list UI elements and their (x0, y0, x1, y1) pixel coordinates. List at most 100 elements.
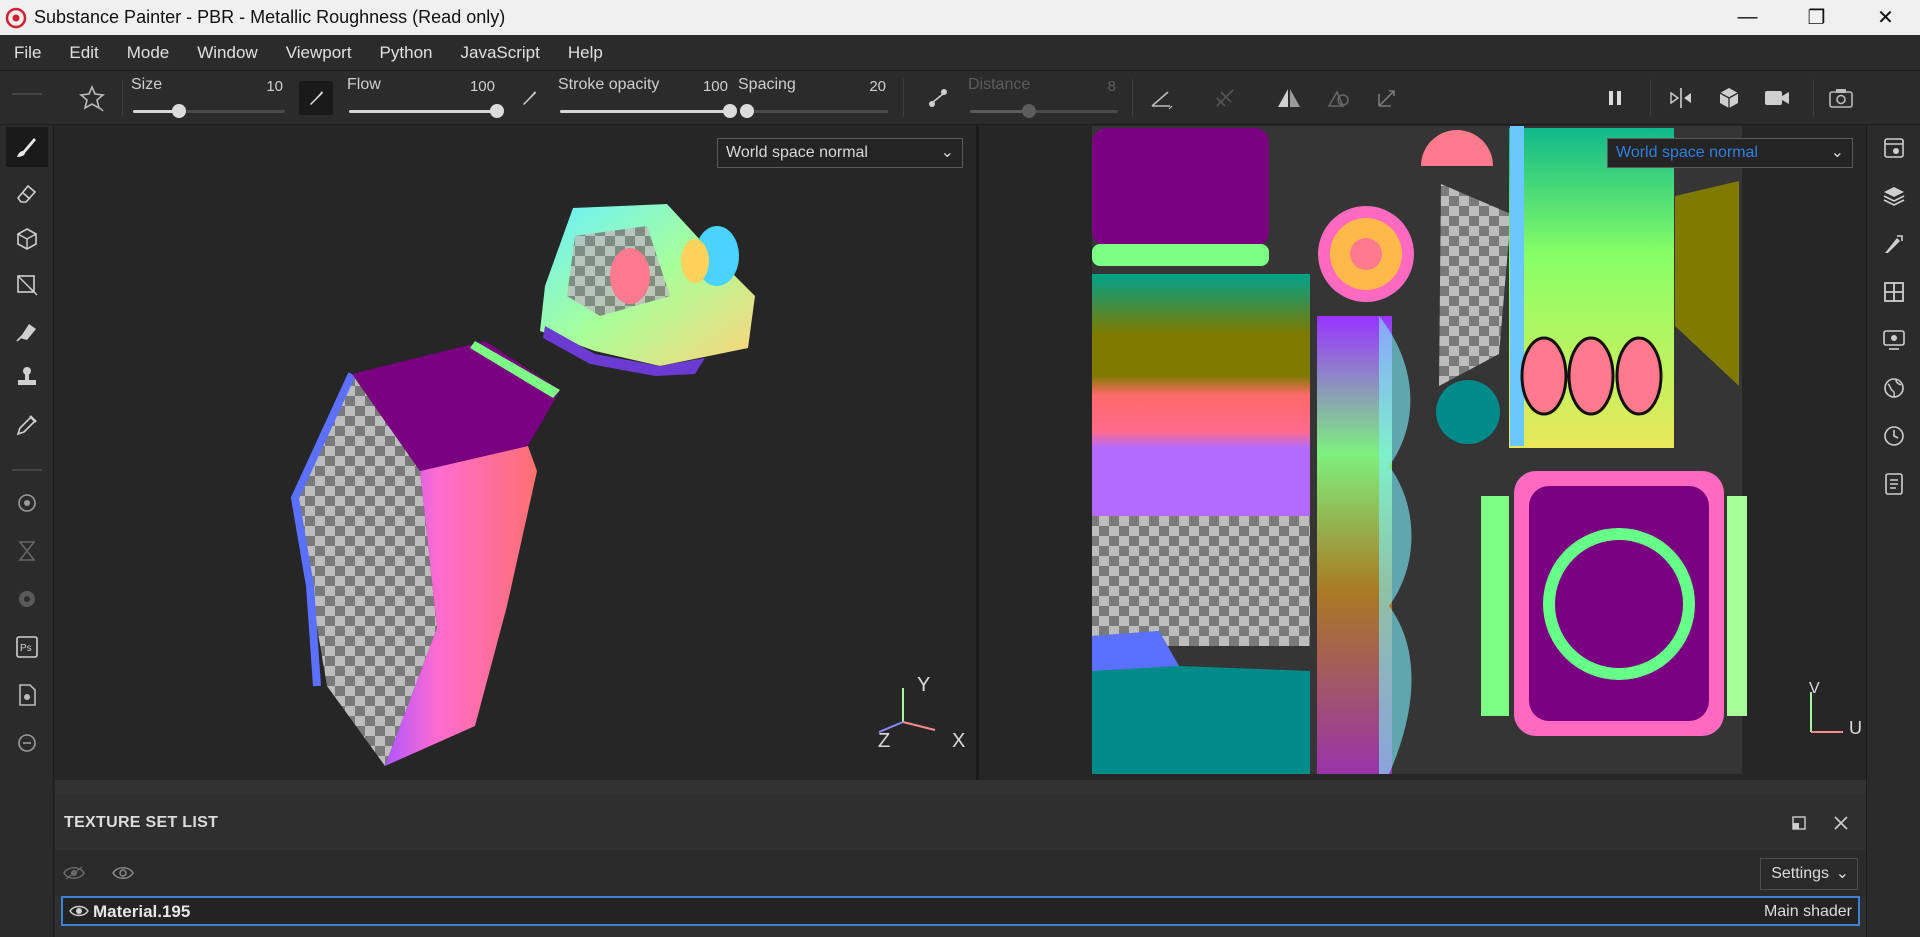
stroke-opacity-icon[interactable] (512, 81, 546, 115)
menu-window[interactable]: Window (183, 35, 271, 71)
screenshot-camera-icon[interactable] (1824, 81, 1858, 115)
substance-plugin-icon[interactable] (6, 723, 48, 763)
panel-title: TEXTURE SET LIST (64, 814, 219, 831)
viewport-2d-mode-select[interactable]: World space normal ⌄ (1607, 138, 1853, 168)
tool-properties-bar: Size 10 Flow 100 Stroke opacity 100 Spac… (0, 71, 1920, 125)
clone-stamp-tool[interactable] (6, 357, 48, 397)
chevron-down-icon: ⌄ (1830, 144, 1844, 161)
pause-icon[interactable] (1598, 81, 1632, 115)
photoshop-export-icon[interactable]: Ps (6, 627, 48, 667)
chevron-down-icon: ⌄ (1835, 865, 1849, 882)
lazy-mouse-icon[interactable] (921, 81, 955, 115)
menu-viewport[interactable]: Viewport (272, 35, 366, 71)
paint-brush-tool[interactable] (6, 127, 48, 167)
window-title: Substance Painter - PBR - Metallic Rough… (34, 7, 506, 27)
3d-model-render[interactable] (55, 126, 976, 780)
flow-label: Flow (347, 76, 381, 93)
menu-mode[interactable]: Mode (113, 35, 184, 71)
stroke-opacity-slider[interactable]: Stroke opacity 100 (558, 74, 737, 124)
spacing-slider-handle[interactable] (740, 104, 755, 118)
display-settings-icon[interactable] (1877, 323, 1911, 357)
stroke-opacity-slider-handle[interactable] (723, 104, 737, 118)
size-slider[interactable]: Size 10 (131, 74, 287, 124)
menu-bar: File Edit Mode Window Viewport Python Ja… (0, 35, 1920, 71)
panels-sidebar (1866, 125, 1920, 937)
hide-all-eye-icon[interactable] (59, 858, 89, 888)
restore-button[interactable]: ❐ (1782, 0, 1851, 35)
camera-video-icon[interactable] (1760, 81, 1794, 115)
projection-tool[interactable] (6, 219, 48, 259)
spacing-value[interactable]: 20 (869, 78, 886, 95)
panel-float-button[interactable] (1784, 808, 1814, 838)
substance-logo-icon (5, 7, 27, 28)
smudge-tool[interactable] (6, 311, 48, 351)
viewport-3d-mode-select[interactable]: World space normal ⌄ (717, 138, 963, 168)
brush-preset-icon[interactable] (74, 81, 110, 115)
tools-sidebar: Ps (0, 93, 54, 937)
distance-value[interactable]: 8 (1108, 78, 1116, 95)
flow-slider[interactable]: Flow 100 (347, 74, 504, 124)
spacing-label: Spacing (738, 76, 796, 93)
title-bar: Substance Painter - PBR - Metallic Rough… (0, 0, 1920, 35)
bake-plugin-icon[interactable] (6, 483, 48, 523)
texture-set-shader[interactable]: Main shader (1764, 903, 1852, 921)
show-all-eye-icon[interactable] (108, 858, 138, 888)
uv-axis-u-label: U (1849, 718, 1862, 738)
texture-set-list-panel: TEXTURE SET LIST Settings ⌄ Material.195… (55, 794, 1866, 937)
stroke-opacity-label: Stroke opacity (558, 76, 660, 93)
viewport-2d-uv[interactable]: World space normal ⌄ V U (979, 126, 1865, 780)
menu-file[interactable]: File (0, 35, 55, 71)
minimize-button[interactable]: — (1713, 0, 1782, 35)
layers-icon[interactable] (1877, 179, 1911, 213)
disabled-plugin-icon (6, 579, 48, 619)
menu-javascript[interactable]: JavaScript (446, 35, 553, 71)
transform-icon[interactable] (1370, 81, 1404, 115)
uv-layout-render[interactable] (979, 126, 1865, 780)
eraser-tool[interactable] (6, 173, 48, 213)
panel-splitter[interactable] (55, 780, 1866, 794)
visibility-eye-icon[interactable] (69, 904, 89, 918)
chevron-down-icon: ⌄ (940, 144, 954, 161)
brush-properties-icon[interactable] (1877, 227, 1911, 261)
panel-close-button[interactable] (1826, 808, 1856, 838)
close-window-button[interactable]: ✕ (1851, 0, 1920, 35)
distance-label: Distance (968, 76, 1031, 93)
flow-brush-icon[interactable] (299, 81, 333, 115)
texture-set-row[interactable]: Material.195 Main shader (61, 896, 1860, 926)
viewport-2d-mode-value: World space normal (1616, 144, 1758, 161)
menu-help[interactable]: Help (554, 35, 617, 71)
symmetry-disabled-icon (1208, 81, 1242, 115)
flow-value[interactable]: 100 (470, 78, 495, 95)
window-controls: — ❐ ✕ (1713, 0, 1920, 35)
distance-slider-handle[interactable] (1022, 104, 1037, 118)
distance-slider[interactable]: Distance 8 (968, 74, 1120, 124)
document-plugin-icon[interactable] (6, 675, 48, 715)
environment-globe-icon[interactable] (1877, 371, 1911, 405)
alignment-icon[interactable] (1145, 81, 1179, 115)
history-icon[interactable] (1877, 419, 1911, 453)
axis-z-label: Z (878, 730, 891, 752)
svg-text:Ps: Ps (20, 643, 32, 654)
polygon-fill-tool[interactable] (6, 265, 48, 305)
mirror-icon[interactable] (1272, 81, 1306, 115)
log-icon[interactable] (1877, 467, 1911, 501)
panel-header: TEXTURE SET LIST (55, 794, 1866, 850)
settings-dropdown[interactable]: Settings ⌄ (1760, 858, 1858, 890)
shelf-grid-icon[interactable] (1877, 275, 1911, 309)
size-slider-handle[interactable] (171, 104, 186, 118)
display-mode-cube-icon[interactable] (1712, 81, 1746, 115)
spacing-slider[interactable]: Spacing 20 (738, 74, 890, 124)
stencil-icon[interactable] (1322, 81, 1356, 115)
texture-set-settings-icon[interactable] (1877, 131, 1911, 165)
axis-x-label: X (952, 730, 966, 752)
size-label: Size (131, 76, 163, 93)
size-value[interactable]: 10 (266, 78, 283, 95)
stroke-opacity-value[interactable]: 100 (703, 78, 728, 95)
menu-python[interactable]: Python (366, 35, 447, 71)
menu-edit[interactable]: Edit (55, 35, 112, 71)
uv-axis-v-label: V (1809, 680, 1820, 697)
viewport-3d[interactable]: World space normal ⌄ Y Z X (55, 126, 976, 780)
split-view-icon[interactable] (1664, 81, 1698, 115)
color-picker-tool[interactable] (6, 405, 48, 445)
flow-slider-handle[interactable] (490, 104, 504, 118)
